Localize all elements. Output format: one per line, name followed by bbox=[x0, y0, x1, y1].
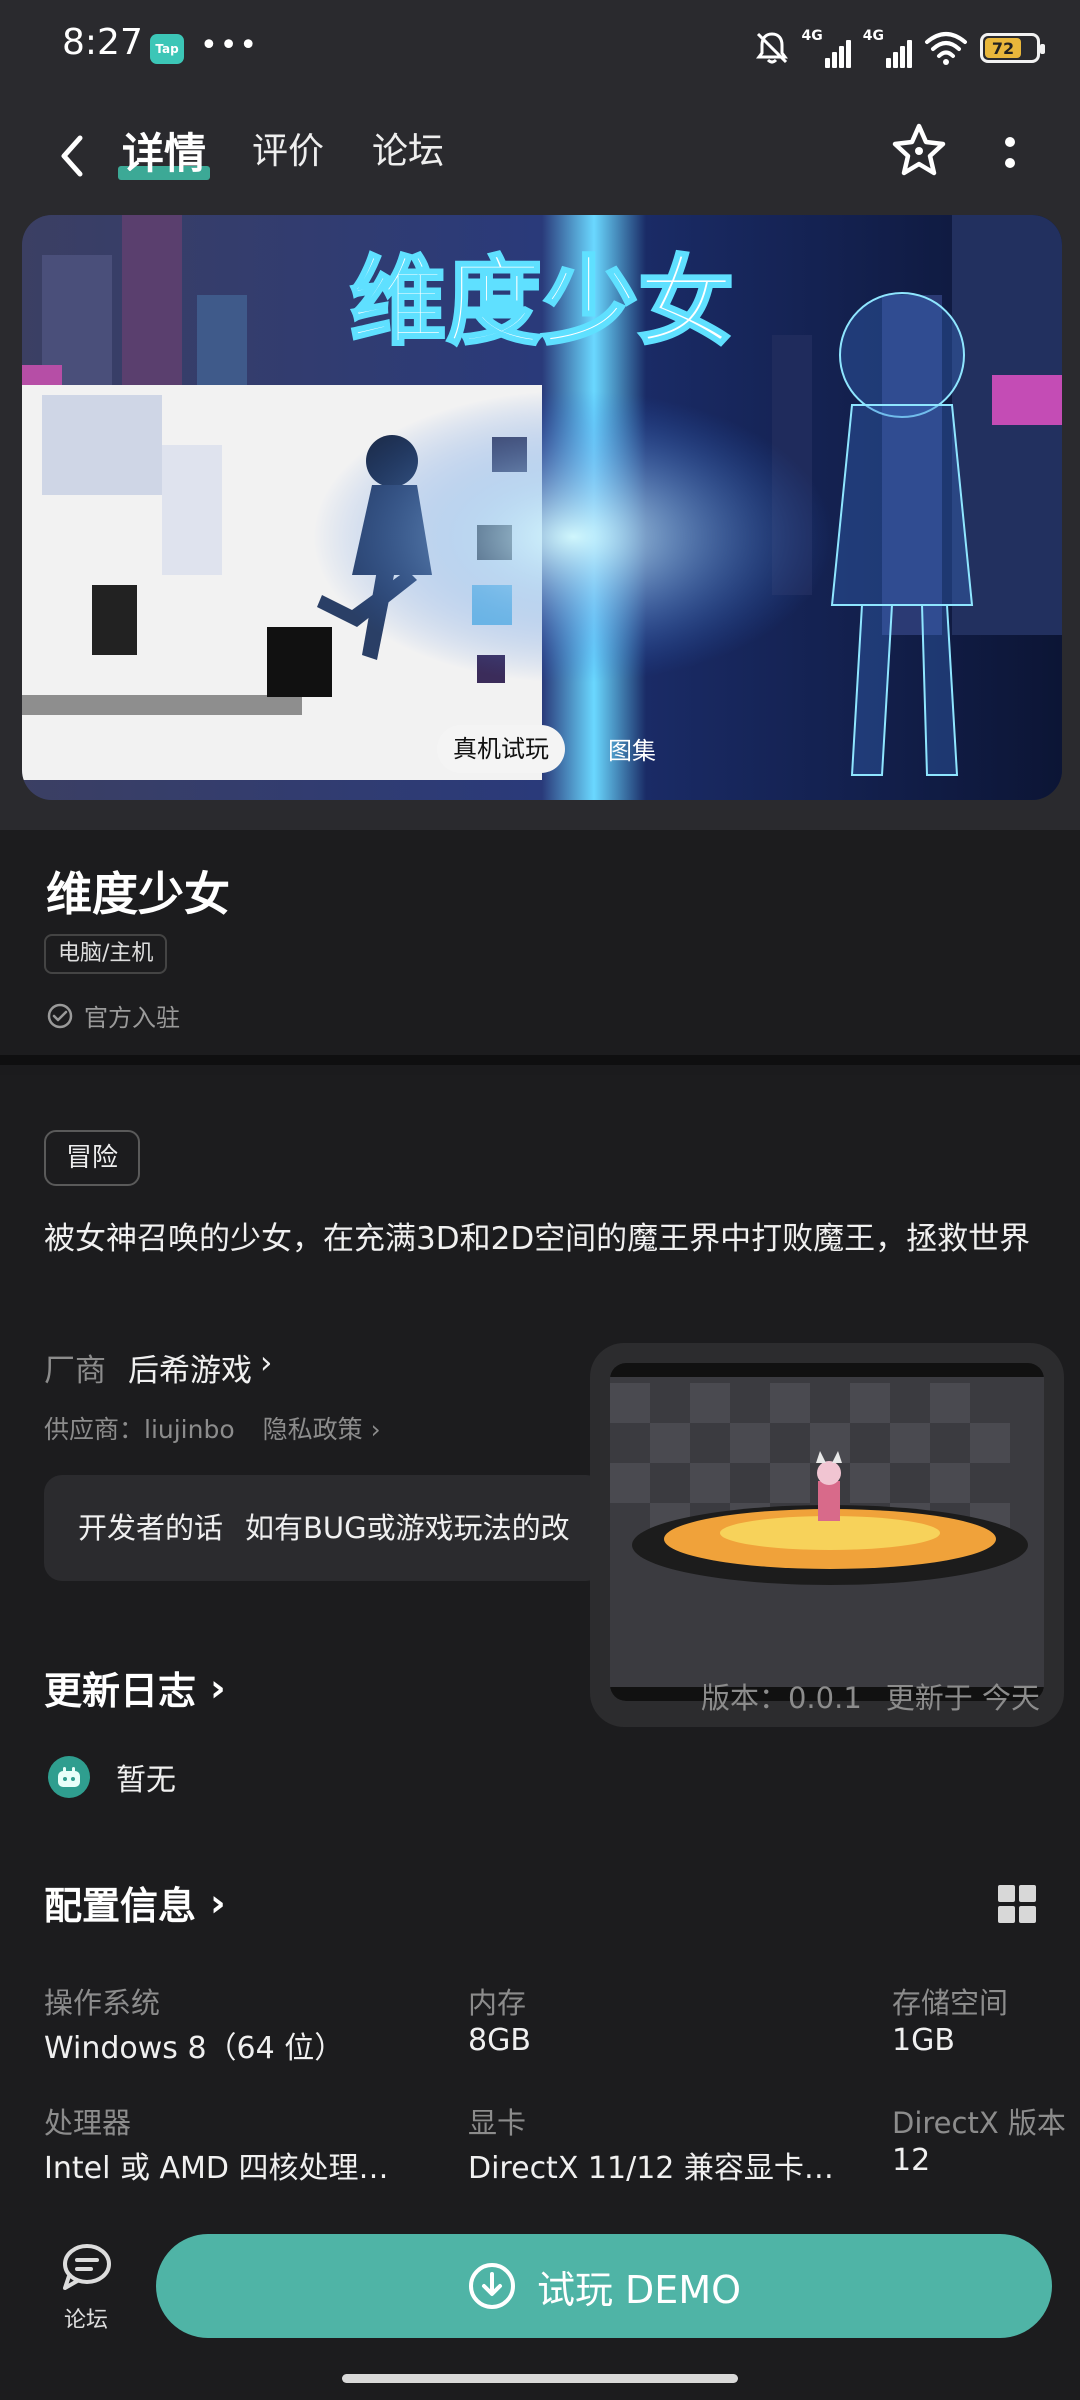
battery-icon: 72 bbox=[980, 33, 1045, 63]
game-banner-image[interactable]: 维度少女 真机试玩 图集 bbox=[22, 215, 1062, 800]
game-title: 维度少女 bbox=[46, 867, 230, 921]
favorite-star-icon[interactable] bbox=[888, 120, 950, 182]
gallery-link[interactable]: 图集 bbox=[608, 731, 656, 766]
vendor-label: 厂商 bbox=[44, 1353, 106, 1389]
banner-artwork: 维度少女 bbox=[22, 215, 1062, 800]
update-time: 更新于 今天 bbox=[885, 1681, 1040, 1715]
spec-label-gpu: 显卡 bbox=[468, 2106, 527, 2140]
real-device-demo-chip[interactable]: 真机试玩 bbox=[437, 725, 565, 773]
signal-icon-sim2: 4G bbox=[863, 28, 912, 68]
config-header[interactable]: 配置信息 › bbox=[44, 1875, 226, 1930]
spec-label-memory: 内存 bbox=[468, 1986, 527, 2020]
try-demo-label: 试玩 DEMO bbox=[536, 2267, 742, 2312]
changelog-header[interactable]: 更新日志 › bbox=[44, 1660, 226, 1715]
spec-label-directx: DirectX 版本 bbox=[892, 2106, 1066, 2140]
official-badge: 官方入驻 bbox=[46, 998, 180, 1033]
developer-note-text: 如有BUG或游戏玩法的改 bbox=[245, 1511, 570, 1545]
more-notifications-icon: ••• bbox=[200, 28, 260, 63]
spec-value-directx: 12 bbox=[892, 2143, 931, 2178]
spec-label-os: 操作系统 bbox=[44, 1986, 161, 2020]
developer-note[interactable]: 开发者的话 如有BUG或游戏玩法的改 bbox=[44, 1475, 604, 1581]
banner-title-art: 维度少女 bbox=[350, 246, 734, 358]
chevron-right-icon: › bbox=[370, 1415, 381, 1444]
forum-button[interactable]: 论坛 bbox=[46, 2242, 126, 2334]
vendor-name[interactable]: 后希游戏 bbox=[128, 1345, 252, 1390]
supplier-text: 供应商：liujinbo bbox=[44, 1415, 235, 1444]
game-info: 维度少女 电脑/主机 官方入驻 bbox=[0, 830, 1080, 1065]
signal-network-label: 4G bbox=[862, 28, 884, 44]
tab-details[interactable]: 详情 bbox=[122, 120, 206, 181]
official-label: 官方入驻 bbox=[84, 1004, 180, 1032]
game-description: 被女神召唤的少女，在充满3D和2D空间的魔王界中打败魔王，拯救世界 bbox=[44, 1221, 1031, 1257]
chevron-right-icon: › bbox=[210, 1880, 226, 1925]
floating-video-preview[interactable] bbox=[590, 1343, 1064, 1727]
changelog-title: 更新日志 bbox=[44, 1669, 197, 1713]
more-options-icon[interactable] bbox=[996, 130, 1024, 180]
try-demo-button[interactable]: 试玩 DEMO bbox=[156, 2234, 1052, 2338]
verified-check-icon bbox=[47, 1003, 73, 1028]
supplier-row: 供应商：liujinbo 隐私政策 › bbox=[44, 1410, 381, 1446]
video-frame bbox=[610, 1363, 1044, 1701]
top-navigation: 详情 评价 论坛 bbox=[0, 100, 1080, 215]
privacy-policy-label: 隐私政策 bbox=[262, 1415, 363, 1444]
detail-content: 冒险 被女神召唤的少女，在充满3D和2D空间的魔王界中打败魔王，拯救世界 厂商 … bbox=[0, 1075, 1080, 2230]
app-screen: 8:27 Tap ••• 4G 4G 72 详情 评价 论坛 维度少女 真机试玩… bbox=[0, 0, 1080, 2400]
banner-area: 维度少女 真机试玩 图集 bbox=[0, 215, 1080, 830]
video-thumbnail bbox=[610, 1363, 1044, 1701]
windows-icon bbox=[998, 1885, 1036, 1923]
tab-reviews[interactable]: 评价 bbox=[252, 122, 324, 174]
chevron-right-icon: › bbox=[260, 1345, 273, 1381]
privacy-policy-link[interactable]: 隐私政策 › bbox=[263, 1410, 381, 1446]
home-indicator[interactable] bbox=[342, 2374, 738, 2383]
status-icons: 4G 4G 72 bbox=[754, 26, 1045, 70]
changelog-entry: 暂无 bbox=[48, 1755, 176, 1799]
tab-forum[interactable]: 论坛 bbox=[372, 122, 444, 174]
spec-label-storage: 存储空间 bbox=[892, 1986, 1009, 2020]
download-icon bbox=[468, 2263, 515, 2309]
spec-value-gpu: DirectX 11/12 兼容显卡… bbox=[468, 2151, 834, 2186]
mute-bell-icon bbox=[755, 32, 788, 64]
config-title: 配置信息 bbox=[44, 1884, 197, 1928]
bottom-action-bar: 论坛 试玩 DEMO bbox=[0, 2200, 1080, 2400]
forum-label: 论坛 bbox=[63, 2308, 108, 2333]
platform-tag: 电脑/主机 bbox=[44, 934, 168, 974]
genre-tag[interactable]: 冒险 bbox=[44, 1130, 141, 1186]
status-bar: 8:27 Tap ••• 4G 4G 72 bbox=[0, 0, 1080, 100]
developer-note-label: 开发者的话 bbox=[78, 1511, 224, 1545]
changelog-entry-text: 暂无 bbox=[116, 1763, 176, 1798]
spec-value-cpu: Intel 或 AMD 四核处理… bbox=[44, 2151, 389, 2186]
spec-value-memory: 8GB bbox=[468, 2023, 531, 2058]
forum-chat-icon bbox=[63, 2244, 111, 2290]
version-number: 版本：0.0.1 bbox=[700, 1681, 862, 1715]
chevron-right-icon: › bbox=[210, 1665, 226, 1710]
taptap-logo-icon bbox=[48, 1756, 90, 1798]
battery-level: 72 bbox=[985, 38, 1021, 58]
spec-value-storage: 1GB bbox=[892, 2023, 955, 2058]
signal-network-label: 4G bbox=[801, 28, 823, 44]
back-arrow-icon[interactable] bbox=[52, 128, 92, 184]
signal-icon-sim1: 4G bbox=[802, 28, 851, 68]
spec-label-cpu: 处理器 bbox=[44, 2106, 132, 2140]
taptap-notification-icon: Tap bbox=[150, 34, 184, 64]
status-time: 8:27 bbox=[62, 22, 143, 63]
wifi-icon bbox=[925, 32, 967, 65]
version-info: 版本：0.0.1 更新于 今天 bbox=[701, 1675, 1040, 1717]
vendor-row[interactable]: 厂商 后希游戏 › bbox=[44, 1345, 272, 1390]
spec-value-os: Windows 8（64 位） bbox=[44, 2031, 345, 2066]
